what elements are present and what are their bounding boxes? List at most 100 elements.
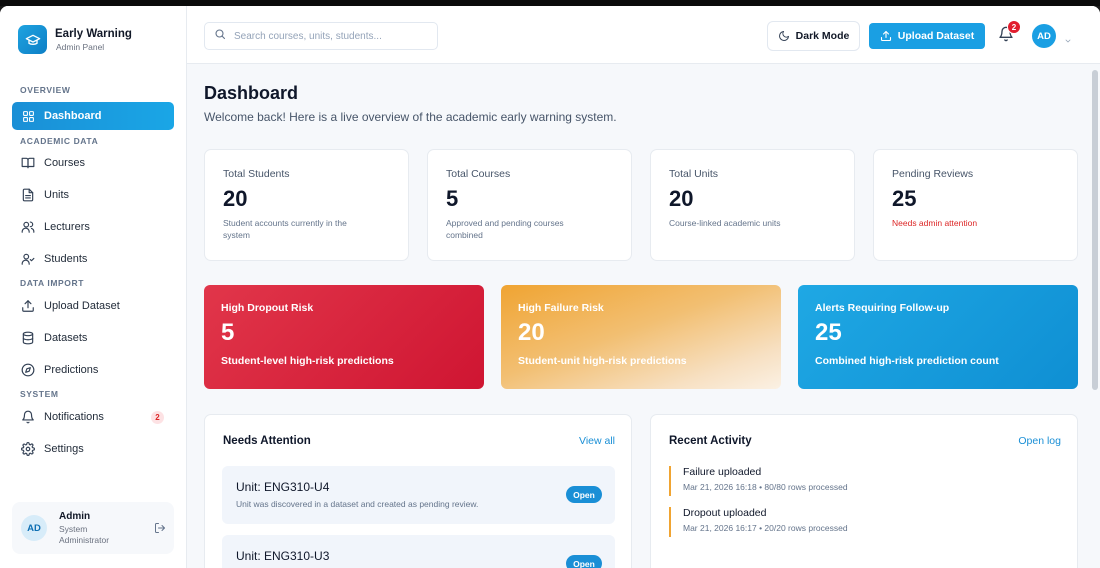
main-content: Dashboard Welcome back! Here is a live o… [187,64,1100,568]
stat-label: Pending Reviews [892,168,974,180]
sidebar-item-upload-dataset[interactable]: Upload Dataset [12,292,174,320]
attention-item-description: Unit was discovered in a dataset and cre… [236,499,479,509]
upload-dataset-label: Upload Dataset [897,30,975,42]
activity-title: Dropout uploaded [683,507,767,519]
needs-attention-panel: Needs Attention View all Unit: ENG310-U4… [204,414,632,568]
page-title: Dashboard [204,83,299,103]
upload-icon [880,30,892,42]
user-check-icon [21,252,35,266]
risk-description: Student-unit high-risk predictions [518,355,687,367]
view-all-link[interactable]: View all [579,435,615,447]
risk-description: Combined high-risk prediction count [815,355,999,367]
chevron-down-icon[interactable] [1063,32,1073,50]
open-button[interactable]: Open [566,486,602,503]
grid-icon [21,109,35,123]
stat-description: Student accounts currently in the system [223,218,347,240]
search-icon [214,27,226,45]
risk-value: 20 [518,319,545,346]
stat-value: 20 [669,186,694,211]
sidebar-item-datasets[interactable]: Datasets [12,324,174,352]
recent-activity-panel: Recent Activity Open log Failure uploade… [650,414,1078,568]
risk-label: High Failure Risk [518,302,604,314]
user-name: Admin [59,510,91,522]
avatar: AD [21,515,47,541]
stat-label: Total Units [669,168,719,180]
list-item[interactable]: Unit: ENG310-U4 Unit was discovered in a… [222,466,615,524]
bell-icon [21,410,35,424]
sidebar-item-label: Predictions [44,364,99,376]
stat-value: 20 [223,186,248,211]
dark-mode-button[interactable]: Dark Mode [767,21,860,51]
section-label-data-import: DATA IMPORT [20,278,85,288]
stat-card-pending-reviews: Pending Reviews 25 Needs admin attention [873,149,1078,261]
open-button[interactable]: Open [566,555,602,568]
avatar[interactable]: AD [1032,24,1056,48]
notification-count-badge: 2 [1007,20,1021,34]
stat-card-total-units: Total Units 20 Course-linked academic un… [650,149,855,261]
sidebar-item-label: Upload Dataset [44,300,120,312]
risk-card-high-dropout[interactable]: High Dropout Risk 5 Student-level high-r… [204,285,484,389]
sidebar-item-settings[interactable]: Settings [12,435,174,463]
moon-icon [778,30,790,42]
risk-value: 5 [221,319,235,346]
stat-card-total-students: Total Students 20 Student accounts curre… [204,149,409,261]
users-icon [21,220,35,234]
user-role: System Administrator [59,523,110,545]
stat-value: 25 [892,186,917,211]
stat-value: 5 [446,186,459,211]
user-card[interactable]: AD Admin System Administrator [12,502,174,554]
attention-item-title: Unit: ENG310-U3 [236,549,330,563]
sidebar-item-notifications[interactable]: Notifications 2 [12,403,174,431]
app-window: Early Warning Admin Panel OVERVIEW Dashb… [0,6,1100,568]
sidebar-item-label: Settings [44,443,84,455]
sidebar-item-label: Dashboard [44,110,102,122]
upload-dataset-button[interactable]: Upload Dataset [869,23,985,49]
sidebar-item-students[interactable]: Students [12,245,174,273]
activity-title: Failure uploaded [683,466,762,478]
sidebar-item-label: Courses [44,157,85,169]
scrollbar-thumb[interactable] [1092,70,1098,390]
risk-label: Alerts Requiring Follow-up [815,302,950,314]
section-label-overview: OVERVIEW [20,85,71,95]
dark-mode-label: Dark Mode [795,30,850,42]
section-label-system: SYSTEM [20,389,59,399]
stat-card-total-courses: Total Courses 5 Approved and pending cou… [427,149,632,261]
open-log-link[interactable]: Open log [1018,435,1061,447]
activity-item: Failure uploaded Mar 21, 2026 16:18 • 80… [669,466,1049,496]
stat-label: Total Students [223,168,290,180]
sidebar-item-label: Notifications [44,411,104,423]
sidebar-item-dashboard[interactable]: Dashboard [12,102,174,130]
sidebar-item-label: Lecturers [44,221,90,233]
panel-title: Needs Attention [223,435,311,447]
risk-description: Student-level high-risk predictions [221,355,394,367]
brand-subtitle: Admin Panel [56,41,105,52]
brand[interactable]: Early Warning Admin Panel [18,25,132,54]
brand-title: Early Warning [55,27,132,40]
activity-meta: Mar 21, 2026 16:17 • 20/20 rows processe… [683,523,848,533]
sidebar: Early Warning Admin Panel OVERVIEW Dashb… [0,6,187,568]
sidebar-item-label: Students [44,253,88,265]
activity-item: Dropout uploaded Mar 21, 2026 16:17 • 20… [669,507,1049,537]
upload-icon [21,299,35,313]
sidebar-item-predictions[interactable]: Predictions [12,356,174,384]
sidebar-item-units[interactable]: Units [12,181,174,209]
risk-label: High Dropout Risk [221,302,314,314]
risk-card-high-failure[interactable]: High Failure Risk 20 Student-unit high-r… [501,285,781,389]
sidebar-item-courses[interactable]: Courses [12,149,174,177]
list-item[interactable]: Unit: ENG310-U3 Open [222,535,615,568]
page-scrollbar[interactable] [1090,6,1098,568]
risk-card-alerts-follow-up[interactable]: Alerts Requiring Follow-up 25 Combined h… [798,285,1078,389]
stat-description: Approved and pending courses combined [446,218,564,240]
book-icon [21,156,35,170]
search-input[interactable] [234,30,424,42]
stat-description: Needs admin attention [892,218,978,228]
sidebar-item-label: Units [44,189,70,201]
database-icon [21,331,35,345]
search-box[interactable] [204,22,438,50]
logout-icon[interactable] [154,521,166,539]
sidebar-item-label: Datasets [44,332,88,344]
graduation-cap-icon [18,25,47,54]
compass-icon [21,363,35,377]
notifications-count-badge: 2 [151,410,164,424]
sidebar-item-lecturers[interactable]: Lecturers [12,213,174,241]
